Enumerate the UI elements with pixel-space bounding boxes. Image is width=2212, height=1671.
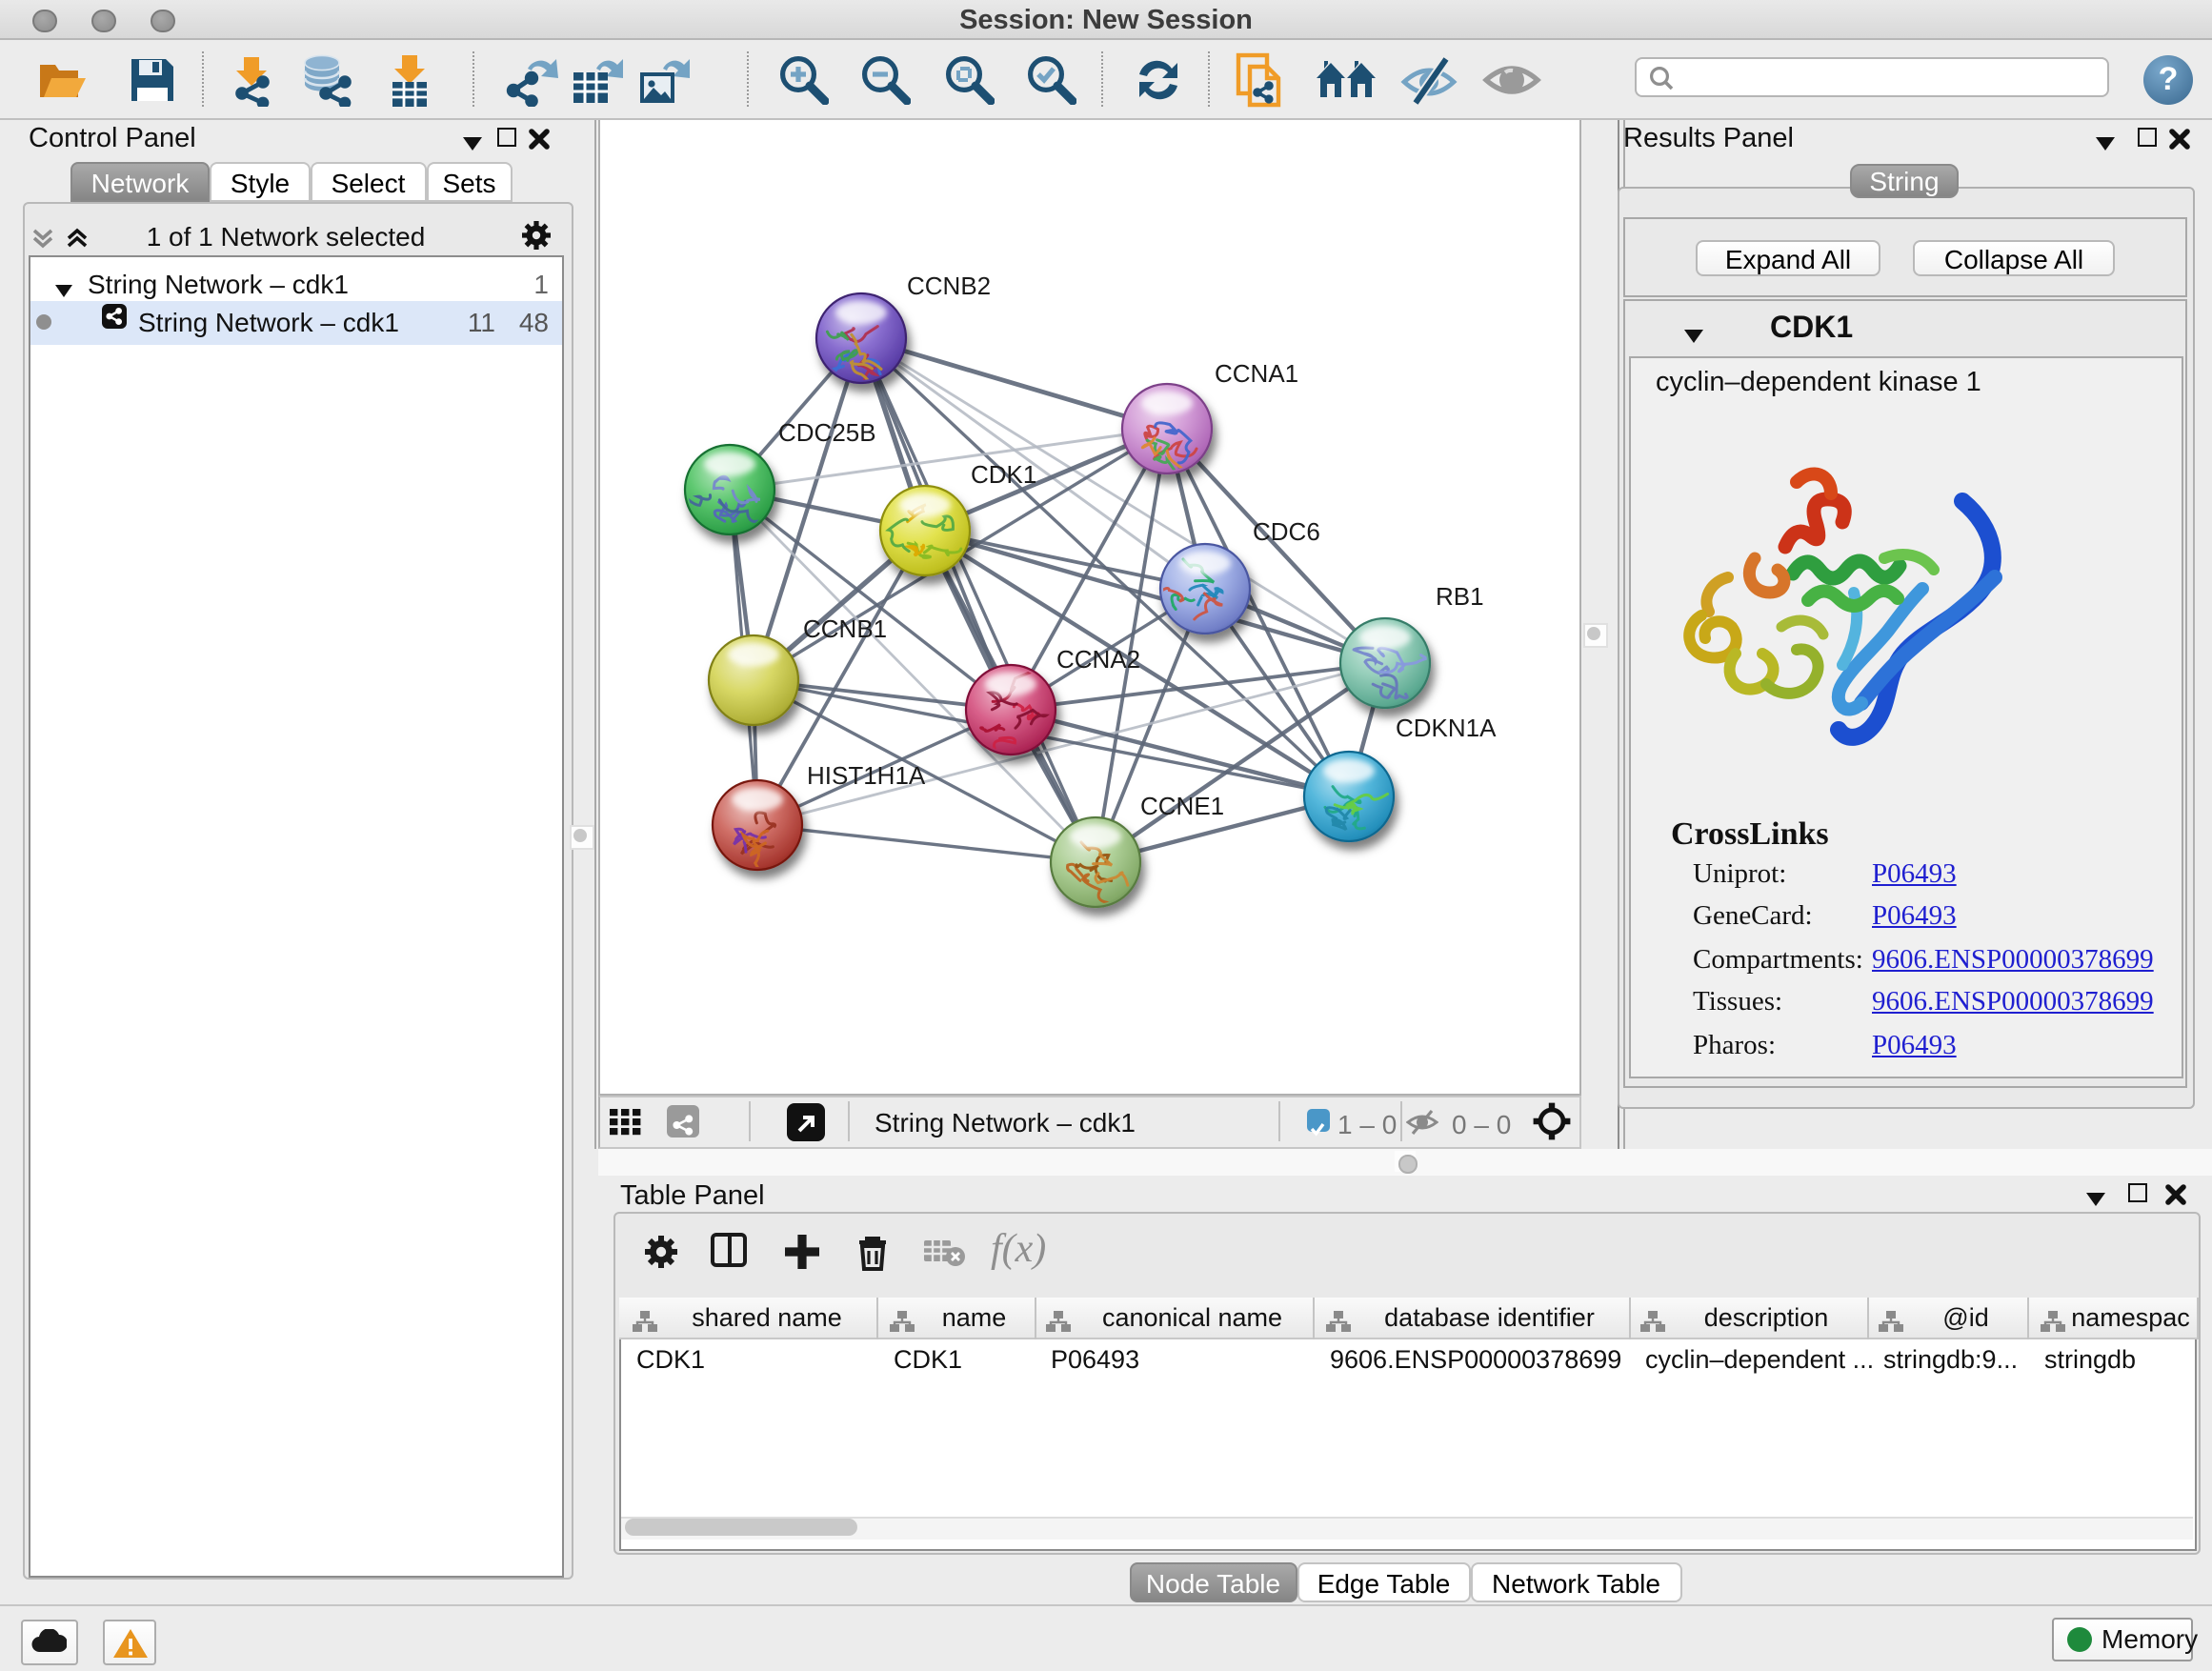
svg-text:CCNA1: CCNA1 xyxy=(1214,358,1297,387)
svg-text:CDC25B: CDC25B xyxy=(777,417,875,446)
svg-text:CDKN1A: CDKN1A xyxy=(1395,713,1496,741)
svg-text:CCNE1: CCNE1 xyxy=(1139,791,1223,819)
svg-text:RB1: RB1 xyxy=(1435,581,1483,610)
svg-text:CDK1: CDK1 xyxy=(970,459,1036,488)
svg-text:CDC6: CDC6 xyxy=(1252,516,1319,545)
svg-text:CCNA2: CCNA2 xyxy=(1056,644,1139,673)
svg-text:CCNB2: CCNB2 xyxy=(906,271,990,299)
svg-text:HIST1H1A: HIST1H1A xyxy=(806,760,925,789)
svg-text:CCNB1: CCNB1 xyxy=(802,614,886,642)
